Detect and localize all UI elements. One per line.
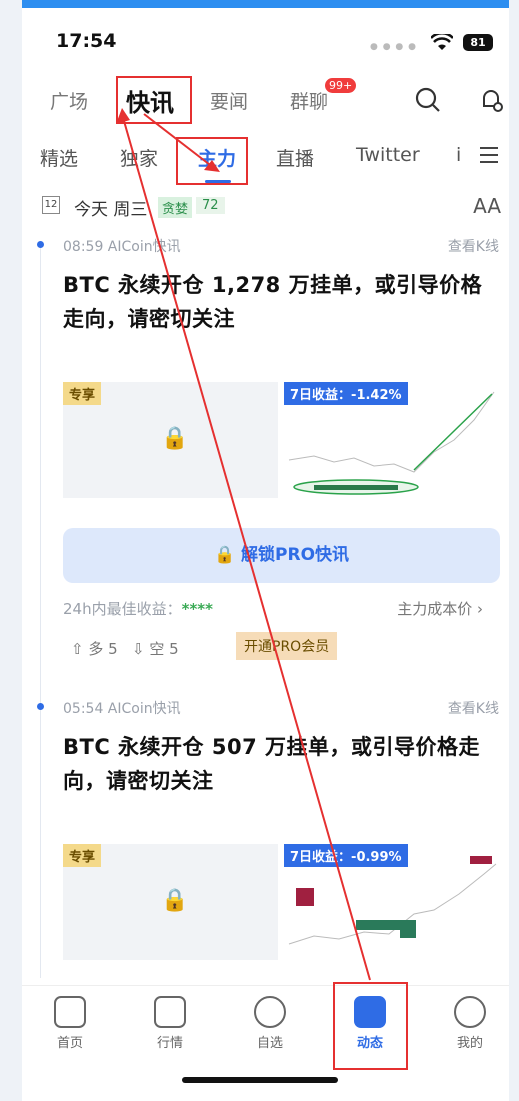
annotation-arrows [116, 108, 371, 981]
